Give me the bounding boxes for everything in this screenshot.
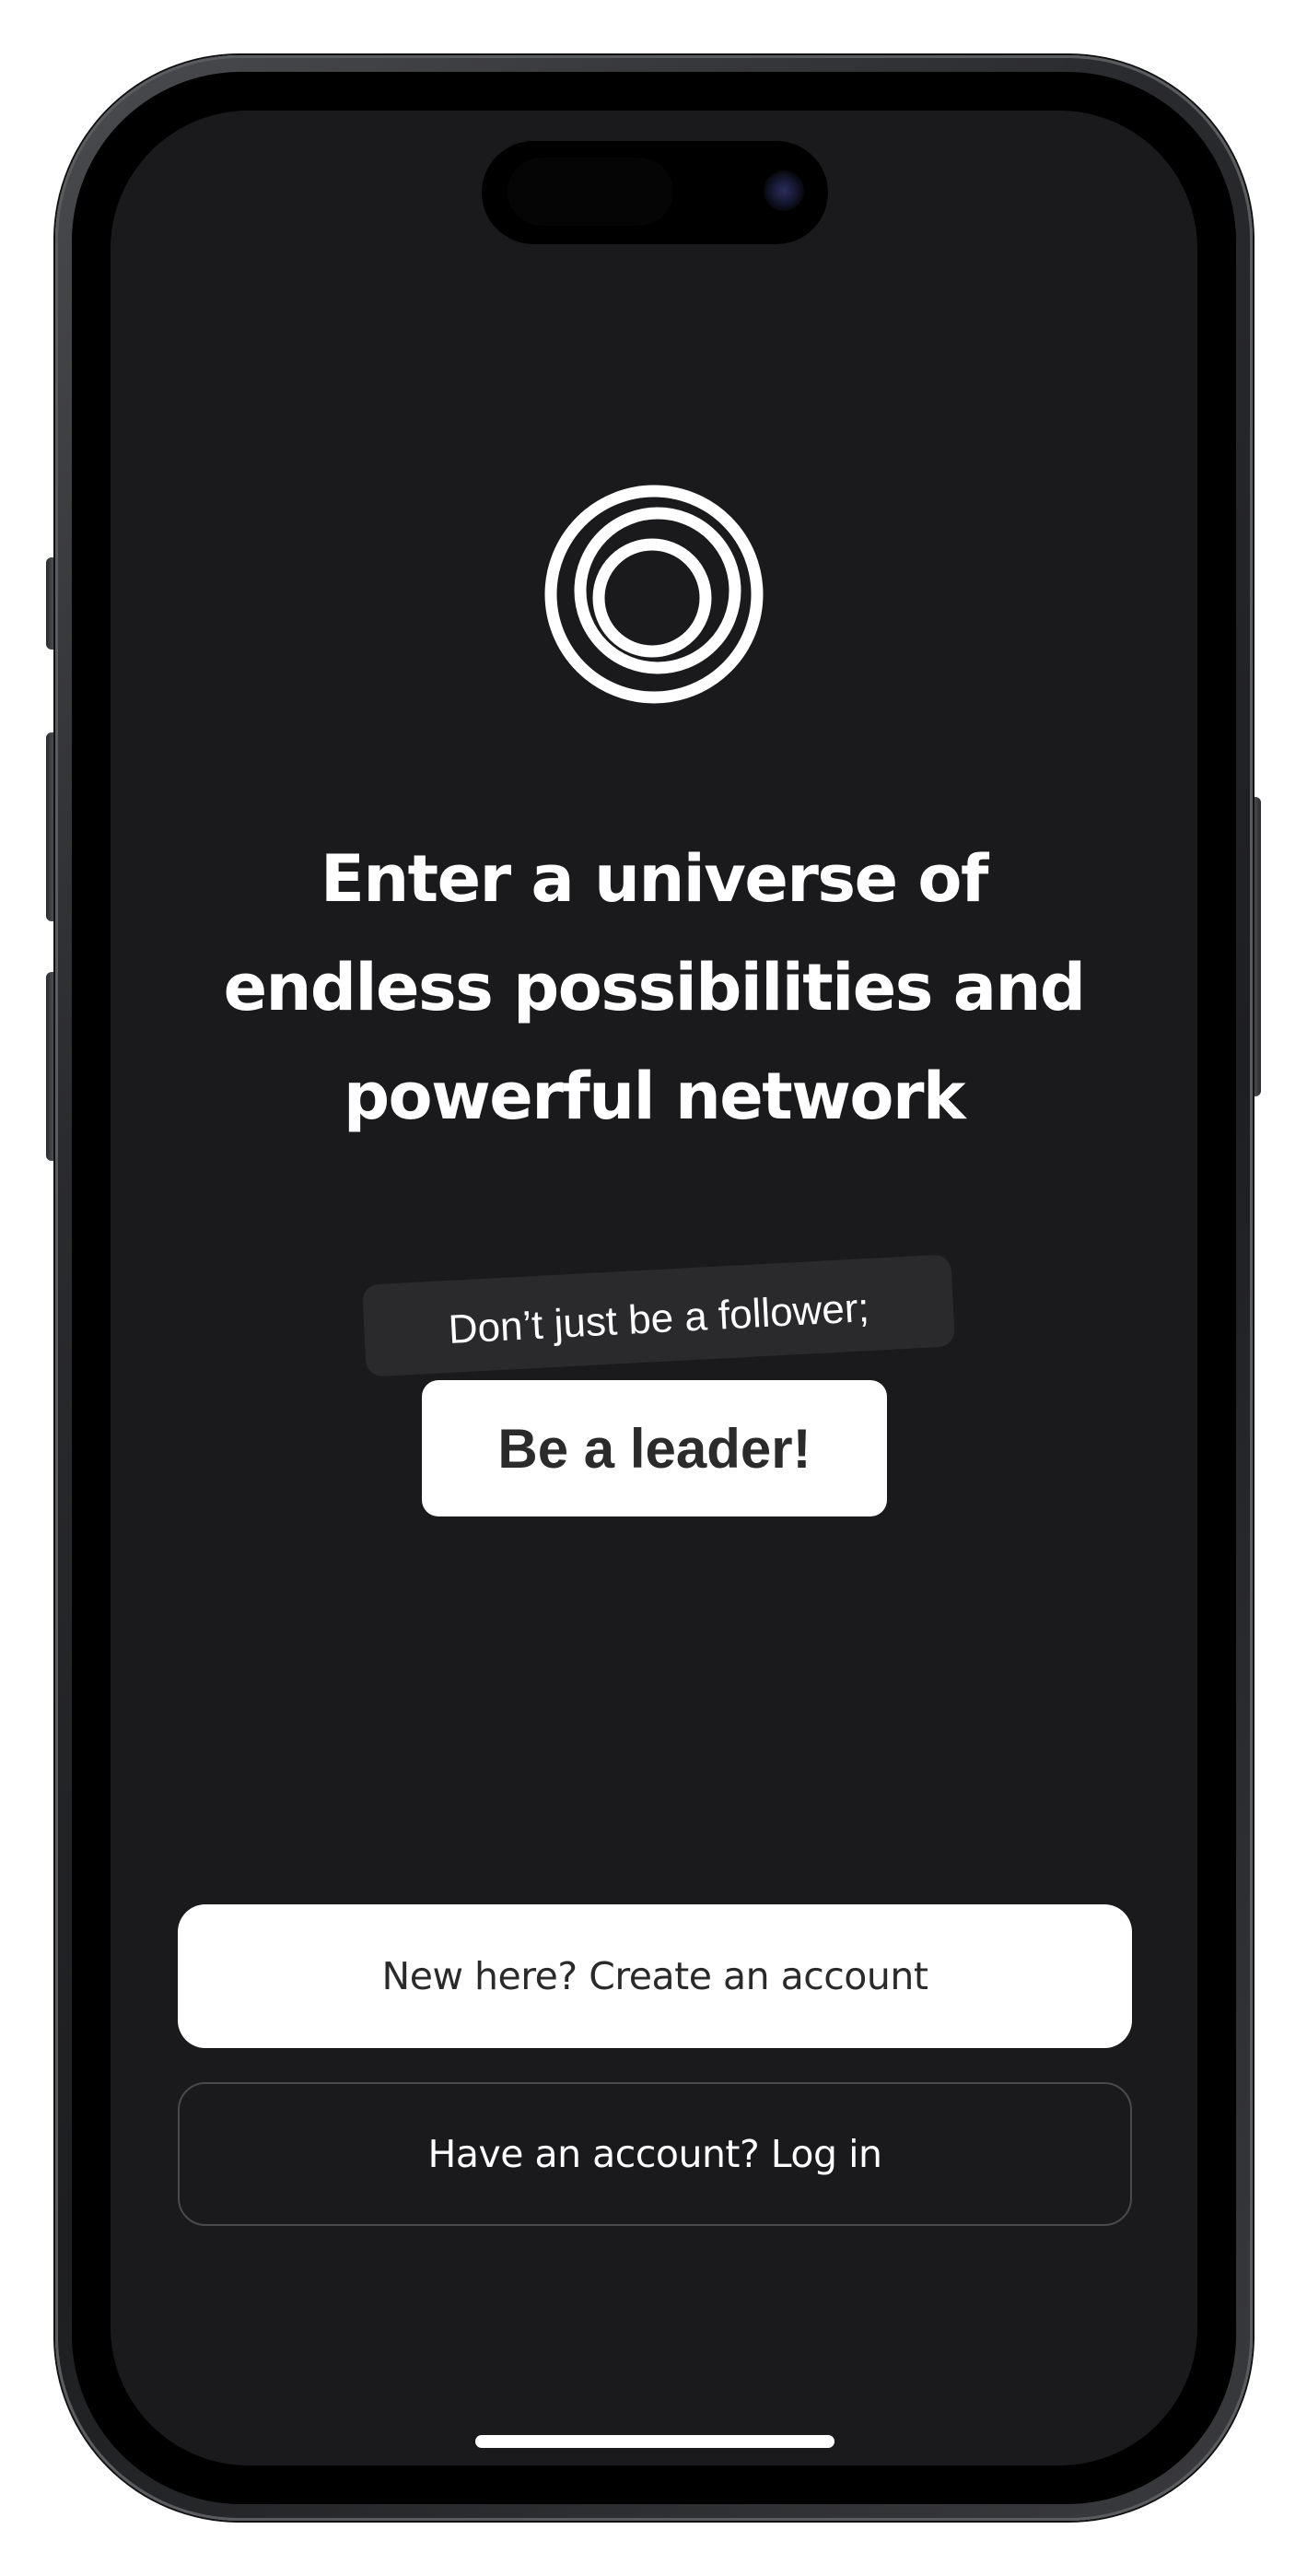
create-account-button[interactable]: New here? Create an account	[178, 1904, 1132, 2048]
login-button[interactable]: Have an account? Log in	[178, 2082, 1132, 2226]
device-mockup: Enter a universe of endless possibilitie…	[0, 0, 1307, 2576]
leader-tagline-card: Be a leader!	[422, 1380, 887, 1516]
leader-tagline-text: Be a leader!	[497, 1417, 811, 1480]
page-title: Enter a universe of endless possibilitie…	[147, 825, 1161, 1151]
headline-line-2: endless possibilities and	[223, 950, 1086, 1025]
concentric-rings-logo-icon	[544, 485, 764, 704]
headline-line-1: Enter a universe of	[321, 841, 988, 917]
face-id-sensor	[508, 158, 673, 226]
headline-line-3: powerful network	[343, 1059, 966, 1134]
follower-tagline-text: Don’t just be a follower;	[447, 1285, 870, 1352]
home-indicator[interactable]	[475, 2435, 834, 2448]
create-account-label: New here? Create an account	[381, 1954, 928, 1998]
front-camera-icon	[764, 170, 804, 211]
login-label: Have an account? Log in	[427, 2132, 882, 2176]
dynamic-island	[482, 141, 828, 244]
